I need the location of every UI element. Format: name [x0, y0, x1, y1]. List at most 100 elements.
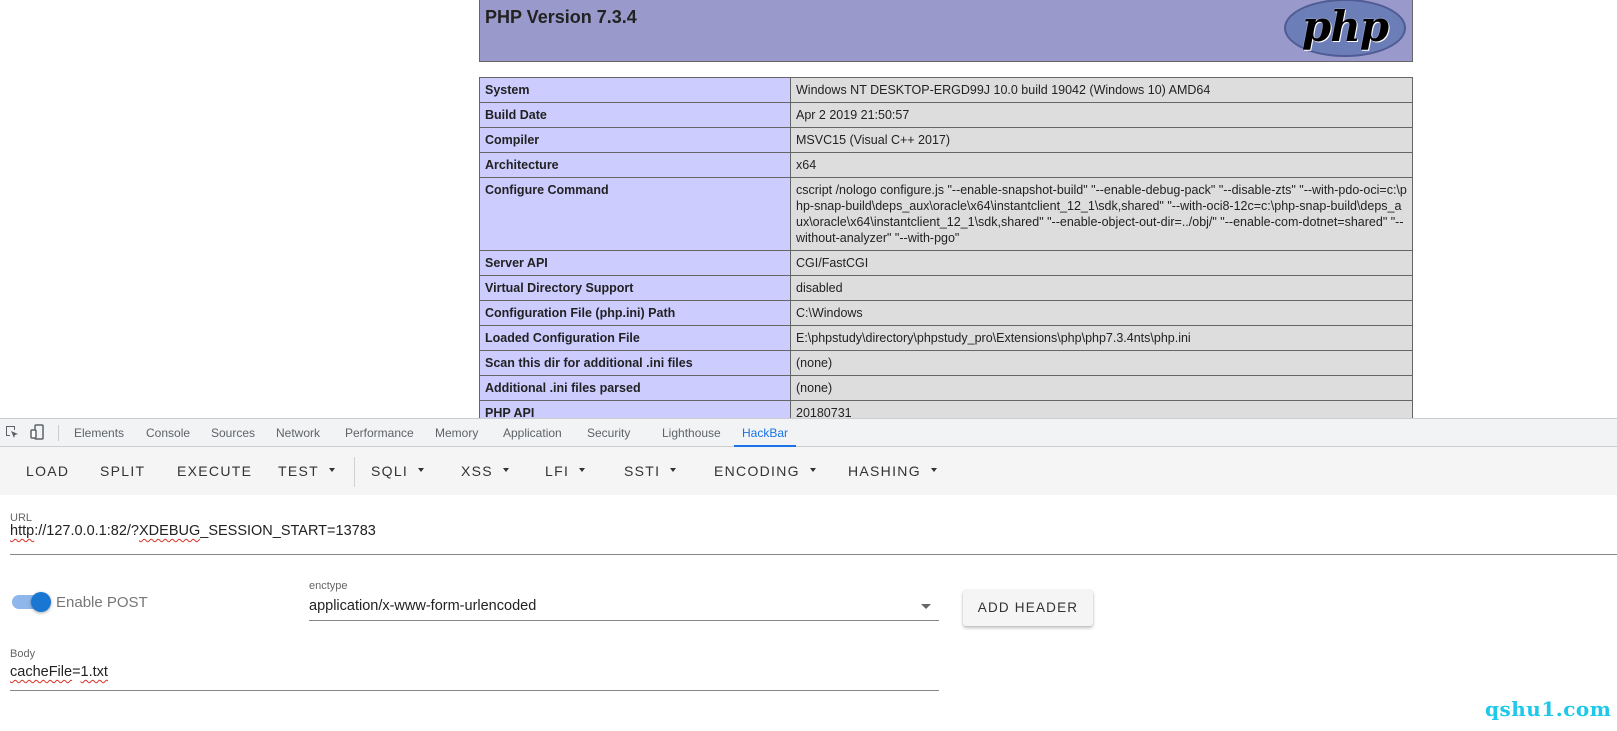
url-underline — [10, 554, 1617, 555]
sqli-label: SQLI — [371, 463, 409, 479]
body-equals-text: = — [72, 664, 81, 680]
ssti-label: SSTI — [624, 463, 661, 479]
row-key: Virtual Directory Support — [479, 275, 791, 301]
device-toolbar-icon[interactable] — [30, 424, 46, 440]
lfi-menu-button[interactable]: LFI — [535, 455, 595, 487]
enable-post-toggle[interactable] — [12, 592, 51, 612]
encoding-label: ENCODING — [714, 463, 800, 479]
row-value: disabled — [790, 275, 1413, 301]
lfi-label: LFI — [545, 463, 570, 479]
xss-label: XSS — [461, 463, 493, 479]
row-value: 20180731 — [790, 400, 1413, 418]
table-row: Architecture x64 — [479, 152, 1413, 178]
tab-network[interactable]: Network — [268, 419, 328, 447]
table-row: Configure Command cscript /nologo configu… — [479, 177, 1413, 251]
table-row: Scan this dir for additional .ini files(… — [479, 350, 1413, 376]
execute-button[interactable]: EXECUTE — [167, 455, 262, 487]
row-key: Loaded Configuration File — [479, 325, 791, 351]
row-value: (none) — [790, 350, 1413, 376]
php-logo-text: php — [1301, 2, 1389, 51]
enctype-select[interactable]: application/x-www-form-urlencoded — [309, 598, 536, 614]
body-value-text: 1.txt — [80, 664, 108, 680]
devtools-tabbar: Elements Console Sources Network Perform… — [0, 419, 1617, 447]
row-value: (none) — [790, 375, 1413, 401]
row-key: Architecture — [479, 152, 791, 178]
url-param-text: XDEBUG — [139, 523, 201, 539]
enctype-underline — [309, 620, 939, 621]
table-row: Virtual Directory Support disabled — [479, 275, 1413, 301]
watermark-text: qshu1.com — [1485, 697, 1612, 721]
hashing-label: HASHING — [848, 463, 921, 479]
inspect-element-icon[interactable] — [4, 424, 20, 440]
tab-elements[interactable]: Elements — [66, 419, 132, 447]
add-header-button[interactable]: ADD HEADER — [963, 590, 1093, 626]
dropdown-arrow-icon[interactable] — [921, 604, 931, 609]
body-input[interactable]: cacheFile=1.txt — [10, 664, 108, 680]
body-label: Body — [10, 648, 36, 660]
xss-menu-button[interactable]: XSS — [451, 455, 519, 487]
table-row: Server API CGI/FastCGI — [479, 250, 1413, 276]
php-info-table: System Windows NT DESKTOP-ERGD99J 10.0 bu… — [479, 77, 1413, 418]
row-value: Windows NT DESKTOP-ERGD99J 10.0 build 19… — [790, 77, 1413, 103]
php-version-title: PHP Version 7.3.4 — [485, 7, 637, 27]
hashing-menu-button[interactable]: HASHING — [838, 455, 947, 487]
tab-security[interactable]: Security — [579, 419, 638, 447]
tab-sources[interactable]: Sources — [203, 419, 263, 447]
table-row: Additional .ini files parsed (none) — [479, 375, 1413, 401]
tab-hackbar[interactable]: HackBar — [734, 419, 797, 447]
table-row: PHP API 20180731 — [479, 400, 1413, 418]
tab-console[interactable]: Console — [138, 419, 198, 447]
split-button[interactable]: SPLIT — [90, 455, 155, 487]
table-row: Compiler MSVC15 (Visual C++ 2017) — [479, 127, 1413, 153]
body-underline — [10, 690, 939, 691]
test-menu-button[interactable]: TEST — [268, 455, 345, 487]
url-host-text: ://127.0.0.1:82/? — [34, 523, 139, 539]
row-value: C:\Windows — [790, 300, 1413, 326]
table-row: Configuration File (php.ini) Path C:\Wind… — [479, 300, 1413, 326]
tab-memory[interactable]: Memory — [427, 419, 486, 447]
table-row: System Windows NT DESKTOP-ERGD99J 10.0 bu… — [479, 77, 1413, 103]
hackbar-toolbar: LOAD SPLIT EXECUTE TEST SQLI XSS LFI SST… — [0, 447, 1617, 495]
caret-down-icon — [670, 468, 677, 473]
row-key: Additional .ini files parsed — [479, 375, 791, 401]
execute-label: EXECUTE — [177, 463, 253, 479]
split-label: SPLIT — [100, 463, 146, 479]
caret-down-icon — [418, 468, 425, 473]
devtools-panel: Elements Console Sources Network Perform… — [0, 418, 1617, 731]
table-row: Build Date Apr 2 2019 21:50:57 — [479, 102, 1413, 128]
row-key: PHP API — [479, 400, 791, 418]
sqli-menu-button[interactable]: SQLI — [361, 455, 434, 487]
tab-performance[interactable]: Performance — [337, 419, 422, 447]
toggle-knob — [31, 592, 51, 612]
caret-down-icon — [930, 468, 937, 473]
row-key: Compiler — [479, 127, 791, 153]
row-value: Apr 2 2019 21:50:57 — [790, 102, 1413, 128]
toolbar-divider — [354, 457, 355, 487]
row-value: cscript /nologo configure.js "--enable-s… — [790, 177, 1413, 251]
tab-lighthouse[interactable]: Lighthouse — [654, 419, 729, 447]
url-param-rest-text: _SESSION_START=13783 — [200, 523, 376, 539]
row-value: E:\phpstudy\directory\phpstudy_pro\Exten… — [790, 325, 1413, 351]
row-key: Build Date — [479, 102, 791, 128]
url-input[interactable]: http://127.0.0.1:82/?XDEBUG_SESSION_STAR… — [10, 523, 376, 539]
caret-down-icon — [809, 468, 816, 473]
body-key-text: cacheFile — [10, 664, 73, 680]
row-value: MSVC15 (Visual C++ 2017) — [790, 127, 1413, 153]
ssti-menu-button[interactable]: SSTI — [614, 455, 686, 487]
tab-application[interactable]: Application — [495, 419, 570, 447]
row-key: Server API — [479, 250, 791, 276]
php-version-header: PHP Version 7.3.4 php — [479, 0, 1413, 62]
url-scheme-text: http — [10, 523, 35, 539]
enable-post-label: Enable POST — [56, 594, 148, 611]
table-row: Loaded Configuration File E:\phpstudy\dir… — [479, 325, 1413, 351]
test-label: TEST — [278, 463, 319, 479]
row-value: x64 — [790, 152, 1413, 178]
encoding-menu-button[interactable]: ENCODING — [704, 455, 826, 487]
php-logo[interactable]: php — [1284, 0, 1406, 57]
load-button[interactable]: LOAD — [16, 455, 79, 487]
row-key: Configuration File (php.ini) Path — [479, 300, 791, 326]
row-key: Scan this dir for additional .ini files — [479, 350, 791, 376]
load-label: LOAD — [26, 463, 70, 479]
caret-down-icon — [579, 468, 586, 473]
tabbar-divider — [58, 425, 59, 441]
